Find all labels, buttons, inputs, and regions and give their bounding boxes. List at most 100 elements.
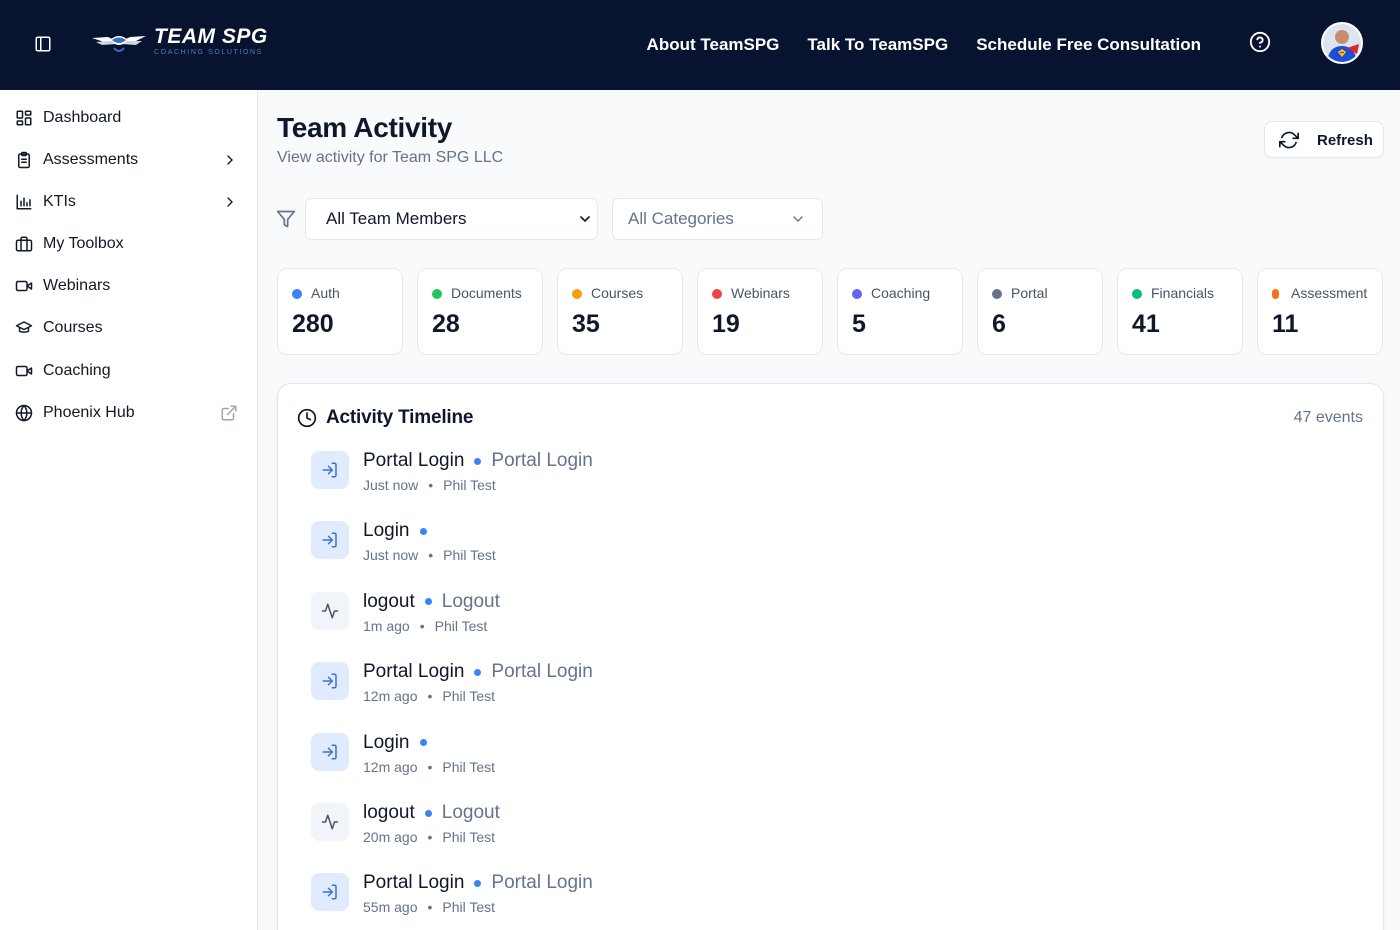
event-time: 20m ago bbox=[363, 829, 418, 845]
event-user: Phil Test bbox=[442, 829, 496, 845]
event-title: Login bbox=[363, 731, 410, 753]
sidebar-item-coaching[interactable]: Coaching bbox=[0, 352, 258, 390]
stat-card-courses[interactable]: Courses 35 bbox=[557, 268, 683, 355]
stat-value: 41 bbox=[1132, 310, 1160, 338]
event-meta: 55m ago • Phil Test bbox=[363, 899, 495, 915]
meta-separator: • bbox=[427, 829, 433, 845]
sidebar-item-phoenix-hub[interactable]: Phoenix Hub bbox=[0, 394, 258, 432]
sidebar-item-label: Webinars bbox=[43, 277, 111, 294]
event-user: Phil Test bbox=[442, 758, 496, 775]
list-item[interactable]: Login 12m ago • Phil Test bbox=[311, 732, 1311, 793]
toolbox-icon bbox=[14, 234, 34, 254]
event-user: Phil Test bbox=[442, 688, 496, 705]
event-title: logout bbox=[363, 590, 415, 612]
filter-icon bbox=[276, 210, 296, 228]
list-item[interactable]: logout Logout 1m ago • Phil Test bbox=[311, 591, 1311, 652]
meta-separator: • bbox=[428, 477, 434, 493]
user-avatar[interactable] bbox=[1321, 22, 1363, 64]
event-subtitle: Logout bbox=[441, 802, 500, 823]
list-item[interactable]: Login Just now • Phil Test bbox=[311, 520, 1311, 581]
stat-card-portal[interactable]: Portal 6 bbox=[977, 268, 1103, 355]
event-time: 12m ago bbox=[363, 688, 418, 705]
event-title-row: logout Logout bbox=[363, 591, 500, 613]
sidebar: Dashboard Assessments KTIs My Toolbox We… bbox=[0, 90, 258, 930]
category-select[interactable]: All Categories bbox=[612, 198, 823, 240]
meta-separator: • bbox=[419, 617, 425, 634]
stat-label: Portal bbox=[1011, 285, 1048, 301]
category-dot bbox=[474, 457, 482, 465]
meta-separator: • bbox=[427, 899, 433, 916]
event-title: Portal Login bbox=[363, 661, 465, 683]
sidebar-item-webinars[interactable]: Webinars bbox=[0, 267, 258, 305]
stat-card-financials[interactable]: Financials 41 bbox=[1117, 268, 1243, 355]
refresh-button[interactable]: Refresh bbox=[1264, 121, 1384, 158]
brand-logo[interactable]: TEAM SPG COACHING SOLUTIONS bbox=[90, 26, 268, 56]
stat-label: Assessment bbox=[1291, 285, 1368, 301]
list-item[interactable]: Portal Login Portal Login Just now • Phil Te… bbox=[311, 450, 1311, 511]
talk-link[interactable]: Talk To TeamSPG bbox=[807, 35, 948, 55]
external-link-icon bbox=[221, 405, 237, 421]
list-item[interactable]: Portal Login Portal Login 12m ago • Phil Tes… bbox=[311, 661, 1311, 722]
stat-value: 19 bbox=[712, 310, 740, 338]
about-link[interactable]: About TeamSPG bbox=[647, 35, 780, 55]
category-dot bbox=[1272, 289, 1279, 299]
stat-value: 5 bbox=[852, 310, 866, 338]
team-member-select[interactable]: All Team Members bbox=[305, 198, 598, 240]
stat-value: 6 bbox=[992, 310, 1006, 338]
category-dot bbox=[424, 598, 432, 606]
event-time: 12m ago bbox=[363, 758, 418, 775]
stat-card-assessment[interactable]: Assessment 11 bbox=[1257, 268, 1383, 355]
globe-icon bbox=[14, 403, 34, 423]
handshake-wings-icon bbox=[92, 36, 146, 52]
event-title-row: Login bbox=[363, 732, 437, 754]
stat-value: 28 bbox=[432, 310, 460, 338]
sidebar-item-assessments[interactable]: Assessments bbox=[0, 141, 258, 179]
category-dot bbox=[992, 289, 1002, 299]
sidebar-item-my-toolbox[interactable]: My Toolbox bbox=[0, 225, 258, 263]
login-icon bbox=[311, 662, 349, 701]
meta-separator: • bbox=[428, 547, 434, 564]
stat-value: 35 bbox=[572, 310, 600, 338]
list-item[interactable]: Portal Login Portal Login 55m ago • Phil Tes… bbox=[311, 872, 1311, 930]
login-icon bbox=[311, 521, 349, 560]
stat-card-auth[interactable]: Auth 280 bbox=[277, 268, 403, 355]
top-navbar: TEAM SPG COACHING SOLUTIONS About TeamSP… bbox=[0, 0, 1400, 90]
category-dot bbox=[572, 289, 582, 299]
sidebar-item-dashboard[interactable]: Dashboard bbox=[0, 99, 258, 137]
event-title-row: Portal Login Portal Login bbox=[363, 450, 593, 472]
event-meta: Just now • Phil Test bbox=[363, 477, 496, 493]
stat-label: Documents bbox=[451, 285, 522, 301]
stat-card-webinars[interactable]: Webinars 19 bbox=[697, 268, 823, 355]
help-icon[interactable] bbox=[1249, 31, 1271, 53]
sidebar-toggle-icon[interactable] bbox=[32, 33, 54, 55]
dashboard-icon bbox=[14, 108, 34, 128]
sidebar-item-courses[interactable]: Courses bbox=[0, 309, 258, 347]
event-user: Phil Test bbox=[443, 547, 496, 564]
stat-value: 11 bbox=[1272, 310, 1299, 338]
event-title-row: logout Logout bbox=[363, 802, 500, 824]
list-item[interactable]: logout Logout 20m ago • Phil Test bbox=[311, 802, 1311, 863]
event-title: Portal Login bbox=[363, 450, 465, 471]
chevron-down-icon bbox=[580, 216, 590, 223]
sidebar-item-ktis[interactable]: KTIs bbox=[0, 183, 258, 221]
category-dot bbox=[419, 527, 427, 535]
stat-label: Financials bbox=[1151, 285, 1215, 301]
event-meta: 1m ago • Phil Test bbox=[363, 618, 487, 634]
clipboard-icon bbox=[14, 150, 34, 170]
stat-label: Auth bbox=[311, 285, 340, 301]
stat-label: Coaching bbox=[871, 285, 931, 301]
sidebar-item-label: Courses bbox=[43, 319, 103, 336]
bar-chart-icon bbox=[14, 192, 34, 212]
team-member-select-value: All Team Members bbox=[326, 209, 467, 228]
event-user: Phil Test bbox=[442, 899, 496, 916]
event-meta: 12m ago • Phil Test bbox=[363, 759, 495, 775]
event-user: Phil Test bbox=[434, 617, 488, 634]
event-meta: 12m ago • Phil Test bbox=[363, 688, 495, 704]
stat-card-coaching[interactable]: Coaching 5 bbox=[837, 268, 963, 355]
category-dot bbox=[474, 879, 482, 887]
brand-name: TEAM SPG bbox=[154, 25, 268, 48]
category-dot bbox=[292, 289, 302, 299]
sidebar-item-label: KTIs bbox=[43, 193, 76, 210]
stat-card-documents[interactable]: Documents 28 bbox=[417, 268, 543, 355]
schedule-consultation-link[interactable]: Schedule Free Consultation bbox=[976, 35, 1201, 55]
